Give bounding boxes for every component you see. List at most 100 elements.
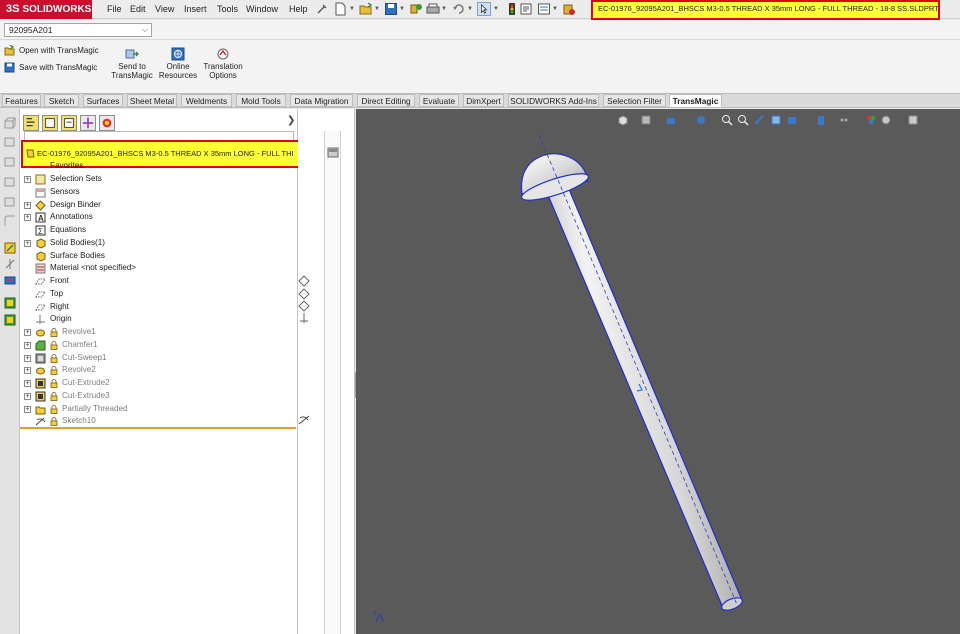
- tab-mold-tools[interactable]: Mold Tools: [236, 94, 286, 107]
- expand-toggle-icon[interactable]: +: [24, 380, 31, 387]
- menu-tools[interactable]: Tools: [217, 0, 238, 19]
- tree-item-design-binder[interactable]: Design Binder: [50, 199, 101, 211]
- configurationmanager-tab-icon[interactable]: [61, 115, 77, 131]
- tree-item-revolve1[interactable]: Revolve1: [62, 326, 96, 338]
- chevron-down-icon[interactable]: ▼: [493, 5, 499, 13]
- tab-evaluate[interactable]: Evaluate: [419, 94, 459, 107]
- expand-toggle-icon[interactable]: +: [24, 342, 31, 349]
- tree-item-solid-bodies-1[interactable]: Solid Bodies(1): [50, 237, 105, 249]
- menu-help[interactable]: Help: [289, 0, 308, 19]
- tab-direct-editing[interactable]: Direct Editing: [357, 94, 415, 107]
- tab-features[interactable]: Features: [2, 94, 41, 107]
- tab-sheet-metal[interactable]: Sheet Metal: [127, 94, 177, 107]
- tree-item-selection-sets[interactable]: Selection Sets: [50, 173, 102, 185]
- bolt-shaft[interactable]: [541, 174, 743, 609]
- expand-toggle-icon[interactable]: +: [24, 202, 31, 209]
- menu-window[interactable]: Window: [246, 0, 278, 19]
- top-plane-flyout-icon[interactable]: [298, 288, 310, 300]
- tree-item-partially-threaded[interactable]: Partially Threaded: [62, 403, 128, 415]
- online-resources-button[interactable]: Online Resources: [153, 47, 203, 80]
- tab-selection-filter[interactable]: Selection Filter: [603, 94, 666, 107]
- loft-tool-icon[interactable]: [4, 175, 16, 187]
- sketch-flyout-icon[interactable]: [298, 414, 310, 426]
- tree-item-sketch10[interactable]: Sketch10: [62, 415, 96, 427]
- chevron-down-icon[interactable]: ▼: [552, 5, 558, 13]
- propertymanager-tab-icon[interactable]: [42, 115, 58, 131]
- curves-icon[interactable]: [4, 274, 16, 286]
- menu-insert[interactable]: Insert: [184, 0, 207, 19]
- rollback-bar[interactable]: [20, 427, 296, 429]
- tab-dimxpert[interactable]: DimXpert: [463, 94, 504, 107]
- translation-options-button[interactable]: Translation Options: [198, 47, 248, 80]
- tree-item-cut-extrude3[interactable]: Cut-Extrude3: [62, 390, 110, 402]
- open-with-transmagic-button[interactable]: Open with TransMagic: [4, 44, 99, 57]
- revolve-tool-icon[interactable]: [4, 135, 16, 147]
- expand-toggle-icon[interactable]: +: [24, 393, 31, 400]
- tree-item-right[interactable]: Right: [50, 301, 69, 313]
- expand-toggle-icon[interactable]: +: [24, 214, 31, 221]
- tab-sketch[interactable]: Sketch: [44, 94, 79, 107]
- expand-toggle-icon[interactable]: +: [24, 176, 31, 183]
- tab-solidworks-add-ins[interactable]: SOLIDWORKS Add-Ins: [508, 94, 599, 107]
- tab-weldments[interactable]: Weldments: [181, 94, 232, 107]
- select-cursor-icon[interactable]: [477, 2, 491, 16]
- tree-item-cut-extrude2[interactable]: Cut-Extrude2: [62, 377, 110, 389]
- expand-toggle-icon[interactable]: +: [24, 406, 31, 413]
- open-folder-icon[interactable]: [359, 2, 373, 16]
- pin-icon[interactable]: [315, 2, 329, 16]
- chevron-right-icon[interactable]: ❯: [287, 115, 295, 126]
- chevron-down-icon[interactable]: ▼: [467, 5, 473, 13]
- expand-toggle-icon[interactable]: +: [24, 367, 31, 374]
- save-icon[interactable]: [384, 2, 398, 16]
- chevron-down-icon[interactable]: ▼: [349, 5, 355, 13]
- menu-file[interactable]: File: [107, 0, 122, 19]
- favorites-row-label[interactable]: Favorites: [50, 159, 83, 168]
- print-icon[interactable]: [426, 2, 440, 16]
- extrude-icon[interactable]: [4, 117, 16, 129]
- front-plane-flyout-icon[interactable]: [298, 275, 310, 287]
- chevron-down-icon[interactable]: ▼: [441, 5, 447, 13]
- tab-transmagic[interactable]: TransMagic: [669, 94, 722, 107]
- options-gear-icon[interactable]: [562, 2, 576, 16]
- rebuild-icon[interactable]: [409, 2, 423, 16]
- chevron-down-icon[interactable]: ▼: [399, 5, 405, 13]
- boundary-tool-icon[interactable]: [4, 195, 16, 207]
- tree-item-top[interactable]: Top: [50, 288, 63, 300]
- tree-item-chamfer1[interactable]: Chamfer1: [62, 339, 98, 351]
- options-list-icon[interactable]: [537, 2, 551, 16]
- expand-toggle-icon[interactable]: +: [24, 355, 31, 362]
- expand-toggle-icon[interactable]: +: [24, 329, 31, 336]
- origin-flyout-icon[interactable]: [298, 312, 310, 324]
- tree-item-material-not-specified[interactable]: Material <not specified>: [50, 262, 136, 274]
- menu-edit[interactable]: Edit: [130, 0, 146, 19]
- tree-item-cut-sweep1[interactable]: Cut-Sweep1: [62, 352, 107, 364]
- menu-view[interactable]: View: [155, 0, 174, 19]
- tree-item-sensors[interactable]: Sensors: [50, 186, 80, 198]
- save-with-transmagic-button[interactable]: Save with TransMagic: [4, 61, 97, 74]
- file-properties-icon[interactable]: [519, 2, 533, 16]
- expand-toggle-icon[interactable]: +: [24, 240, 31, 247]
- send-to-transmagic-button[interactable]: Send to TransMagic: [107, 47, 157, 80]
- tree-item-front[interactable]: Front: [50, 275, 69, 287]
- sweep-tool-icon[interactable]: [4, 155, 16, 167]
- dimxpert-tab-icon[interactable]: [80, 115, 96, 131]
- bolt-model[interactable]: z: [356, 109, 960, 634]
- tab-data-migration[interactable]: Data Migration: [290, 94, 353, 107]
- tree-item-origin[interactable]: Origin: [50, 313, 72, 325]
- tree-item-revolve2[interactable]: Revolve2: [62, 364, 96, 376]
- tree-item-equations[interactable]: Equations: [50, 224, 86, 236]
- new-document-icon[interactable]: [333, 2, 347, 16]
- tab-surfaces[interactable]: Surfaces: [83, 94, 123, 107]
- chevron-down-icon[interactable]: ▼: [374, 5, 380, 13]
- solidworks-logo[interactable]: 3S SOLIDWORKS: [0, 0, 92, 19]
- fillet-tool-icon[interactable]: [4, 215, 16, 227]
- reference-geometry-icon[interactable]: [4, 258, 16, 270]
- instant3d-icon[interactable]: [4, 297, 16, 309]
- display-manager-tab-icon[interactable]: [99, 115, 115, 131]
- properties-icon[interactable]: [327, 147, 339, 158]
- tree-item-surface-bodies[interactable]: Surface Bodies: [50, 250, 105, 262]
- undo-icon[interactable]: [452, 2, 466, 16]
- tree-item-annotations[interactable]: Annotations: [50, 211, 93, 223]
- sketch-tool-icon[interactable]: [4, 242, 16, 254]
- traffic-light-icon[interactable]: [505, 2, 519, 16]
